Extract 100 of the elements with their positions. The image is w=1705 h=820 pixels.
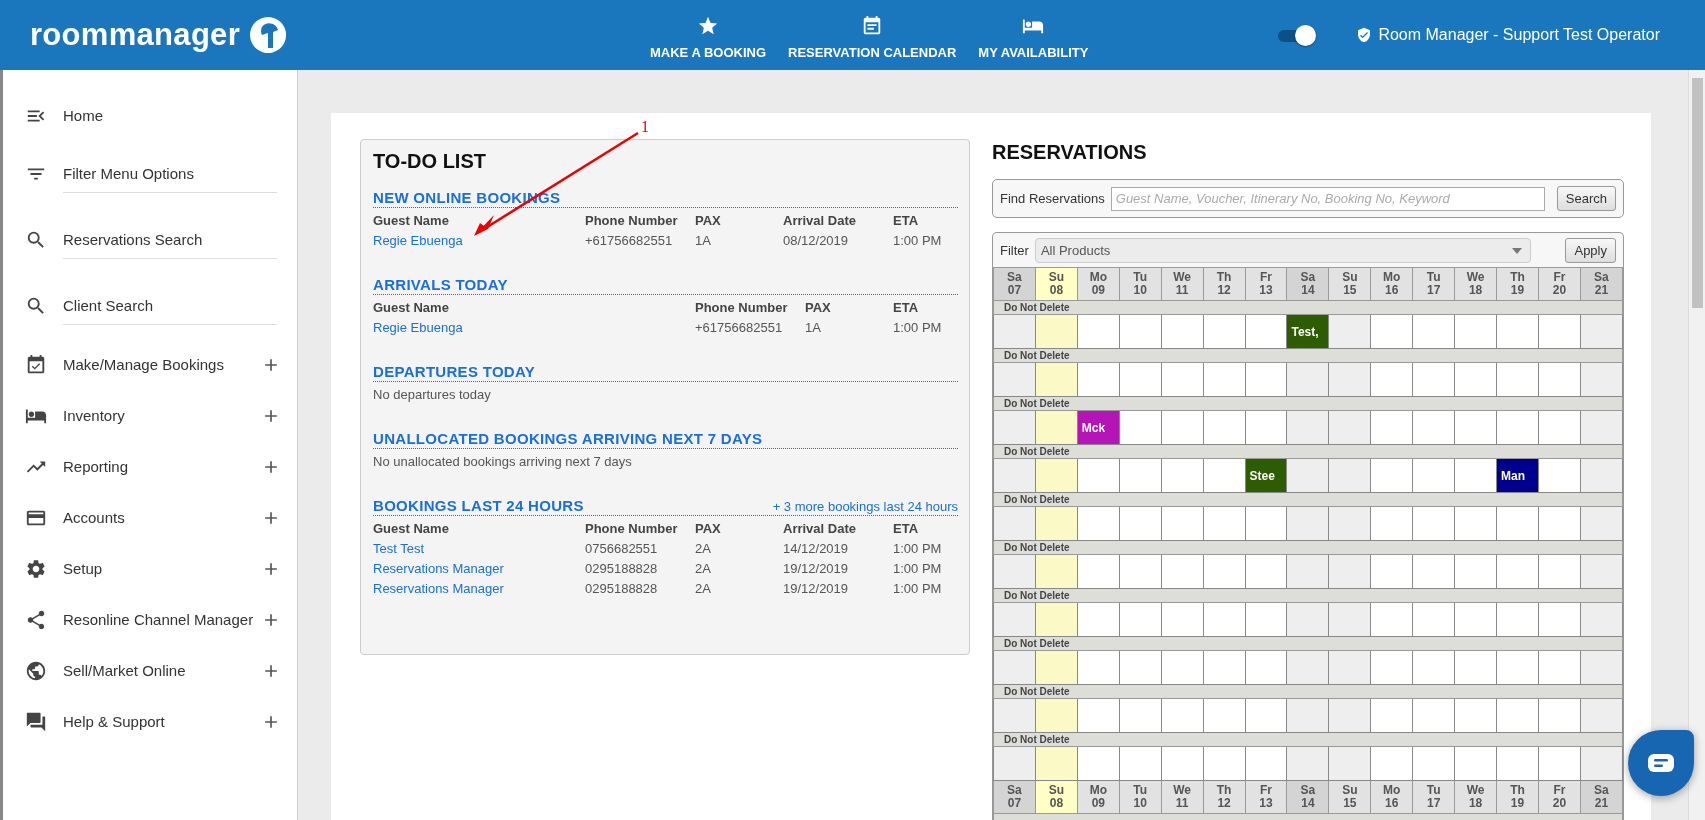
- calendar-cell[interactable]: [1286, 698, 1329, 733]
- calendar-cell[interactable]: [1496, 362, 1539, 397]
- calendar-cell[interactable]: [1286, 602, 1329, 637]
- calendar-cell[interactable]: [1161, 698, 1204, 733]
- calendar-cell[interactable]: [1035, 362, 1078, 397]
- calendar-cell[interactable]: [1370, 314, 1413, 349]
- sidebar-item[interactable]: Help & Support: [63, 713, 261, 730]
- calendar-cell[interactable]: [1580, 410, 1623, 445]
- calendar-cell[interactable]: [993, 458, 1036, 493]
- calendar-cell[interactable]: [1161, 746, 1204, 781]
- calendar-cell[interactable]: [1077, 602, 1120, 637]
- sidebar-item[interactable]: Reporting: [63, 458, 261, 475]
- calendar-cell[interactable]: [1370, 698, 1413, 733]
- calendar-cell[interactable]: [1035, 554, 1078, 589]
- calendar-cell[interactable]: [1077, 362, 1120, 397]
- calendar-cell[interactable]: [1370, 362, 1413, 397]
- calendar-cell[interactable]: [1580, 362, 1623, 397]
- calendar-cell[interactable]: [1203, 650, 1246, 685]
- calendar-cell[interactable]: [993, 362, 1036, 397]
- calendar-cell[interactable]: [1161, 506, 1204, 541]
- calendar-cell[interactable]: [1203, 410, 1246, 445]
- calendar-cell[interactable]: [1496, 602, 1539, 637]
- calendar-cell[interactable]: [1454, 650, 1497, 685]
- calendar-cell[interactable]: [1454, 410, 1497, 445]
- calendar-cell[interactable]: [1454, 314, 1497, 349]
- calendar-cell[interactable]: [1538, 602, 1581, 637]
- calendar-cell[interactable]: [1035, 746, 1078, 781]
- calendar-cell[interactable]: [1203, 506, 1246, 541]
- calendar-cell[interactable]: [1580, 602, 1623, 637]
- calendar-cell[interactable]: [1370, 746, 1413, 781]
- calendar-cell[interactable]: [1161, 458, 1204, 493]
- calendar-cell[interactable]: [1412, 458, 1455, 493]
- sidebar-item[interactable]: Resonline Channel Manager: [63, 611, 261, 628]
- booking-block[interactable]: Test,: [1286, 314, 1329, 349]
- calendar-cell[interactable]: [1245, 650, 1287, 685]
- calendar-cell[interactable]: [993, 602, 1036, 637]
- calendar-cell[interactable]: [1580, 650, 1623, 685]
- calendar-cell[interactable]: [1496, 746, 1539, 781]
- booking-block[interactable]: Mck: [1077, 410, 1120, 445]
- calendar-cell[interactable]: [1454, 746, 1497, 781]
- calendar-cell[interactable]: [1580, 314, 1623, 349]
- guest-link[interactable]: Reservations Manager: [373, 561, 504, 576]
- calendar-cell[interactable]: [1035, 314, 1078, 349]
- calendar-cell[interactable]: [1119, 746, 1162, 781]
- calendar-cell[interactable]: [1035, 410, 1078, 445]
- calendar-cell[interactable]: [1538, 458, 1581, 493]
- calendar-cell[interactable]: [1328, 698, 1371, 733]
- calendar-cell[interactable]: [1077, 746, 1120, 781]
- calendar-cell[interactable]: [1203, 314, 1246, 349]
- calendar-cell[interactable]: [1286, 458, 1329, 493]
- calendar-cell[interactable]: [1370, 650, 1413, 685]
- guest-link[interactable]: Test Test: [373, 541, 425, 556]
- calendar-cell[interactable]: [1538, 554, 1581, 589]
- calendar-cell[interactable]: [1119, 698, 1162, 733]
- search-field[interactable]: Guest Name, Voucher, Itinerary No, Booking No, Keyword: [1110, 186, 1545, 211]
- sidebar-item[interactable]: Setup: [63, 560, 261, 577]
- booking-block[interactable]: Stee: [1245, 458, 1287, 493]
- calendar-cell[interactable]: [1412, 362, 1455, 397]
- calendar-cell[interactable]: [1161, 410, 1204, 445]
- calendar-cell[interactable]: [993, 746, 1036, 781]
- sidebar-item[interactable]: Sell/Market Online: [63, 662, 261, 679]
- calendar-cell[interactable]: [1119, 410, 1162, 445]
- calendar-cell[interactable]: [1496, 650, 1539, 685]
- calendar-cell[interactable]: [1203, 698, 1246, 733]
- calendar-cell[interactable]: [1370, 602, 1413, 637]
- sidebar-item[interactable]: Home: [63, 107, 281, 124]
- calendar-cell[interactable]: [1412, 746, 1455, 781]
- calendar-cell[interactable]: [1245, 506, 1287, 541]
- calendar-cell[interactable]: [1161, 314, 1204, 349]
- calendar-cell[interactable]: [1161, 602, 1204, 637]
- calendar-cell[interactable]: [1412, 410, 1455, 445]
- calendar-cell[interactable]: [1370, 458, 1413, 493]
- calendar-cell[interactable]: [1496, 698, 1539, 733]
- calendar-cell[interactable]: [993, 554, 1036, 589]
- calendar-cell[interactable]: [1496, 554, 1539, 589]
- calendar-cell[interactable]: [1245, 362, 1287, 397]
- calendar-cell[interactable]: [1286, 410, 1329, 445]
- calendar-cell[interactable]: [1328, 554, 1371, 589]
- calendar-cell[interactable]: [1035, 602, 1078, 637]
- calendar-cell[interactable]: [1245, 554, 1287, 589]
- calendar-cell[interactable]: [1328, 458, 1371, 493]
- calendar-cell[interactable]: [1328, 410, 1371, 445]
- calendar-cell[interactable]: [1454, 506, 1497, 541]
- calendar-cell[interactable]: [1286, 506, 1329, 541]
- sidebar-item[interactable]: Accounts: [63, 509, 261, 526]
- calendar-cell[interactable]: [1328, 746, 1371, 781]
- more-link[interactable]: + 3 more bookings last 24 hours: [772, 499, 958, 514]
- calendar-cell[interactable]: [1328, 362, 1371, 397]
- calendar-cell[interactable]: [1580, 698, 1623, 733]
- search-button[interactable]: Search: [1556, 186, 1616, 211]
- scrollbar[interactable]: [1688, 70, 1705, 820]
- calendar-cell[interactable]: [1328, 650, 1371, 685]
- calendar-cell[interactable]: [1035, 506, 1078, 541]
- calendar-cell[interactable]: [1203, 554, 1246, 589]
- calendar-cell[interactable]: [1538, 698, 1581, 733]
- calendar-cell[interactable]: [1035, 458, 1078, 493]
- calendar-cell[interactable]: [1119, 314, 1162, 349]
- calendar-cell[interactable]: [993, 314, 1036, 349]
- calendar-cell[interactable]: [1538, 410, 1581, 445]
- guest-link[interactable]: Regie Ebuenga: [373, 233, 463, 248]
